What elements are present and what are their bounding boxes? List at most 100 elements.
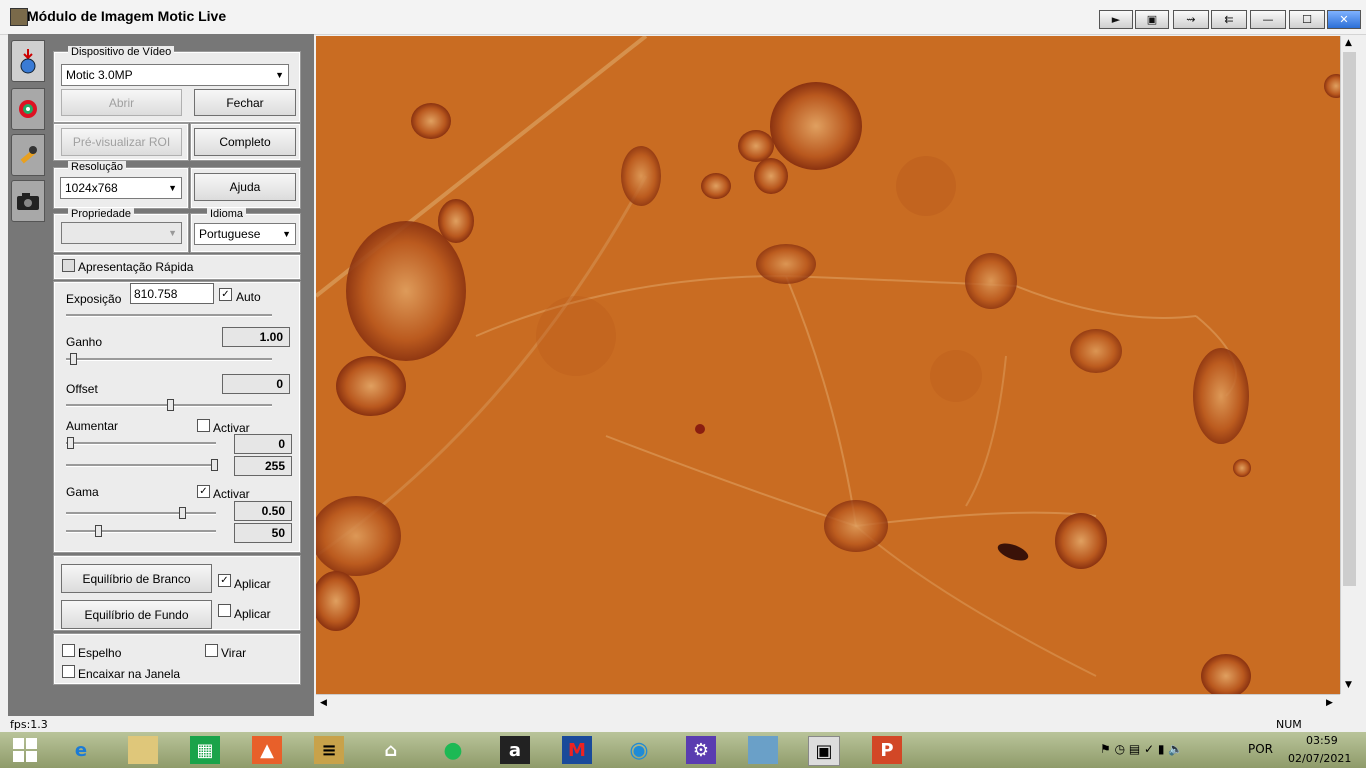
store-icon[interactable]: ▦	[190, 736, 220, 764]
enhance-high-slider[interactable]	[66, 464, 216, 467]
play-icon: ►	[1111, 13, 1121, 26]
edge-icon[interactable]: ◉	[624, 736, 654, 764]
background-balance-apply-checkbox[interactable]	[218, 604, 231, 617]
spotify-icon[interactable]: ●	[438, 736, 468, 764]
fps-readout: fps:1.3	[10, 718, 48, 731]
enhance-high-value: 255	[234, 456, 292, 476]
amazon-icon[interactable]: a	[500, 736, 530, 764]
tab-color[interactable]	[11, 88, 45, 130]
file-explorer-icon[interactable]	[128, 736, 158, 764]
start-button[interactable]	[10, 736, 40, 764]
motic-icon[interactable]: M	[562, 736, 592, 764]
chevron-down-icon: ▼	[275, 70, 284, 80]
collapse-button[interactable]: ⇇	[1211, 10, 1247, 29]
gamma-slider-2[interactable]	[66, 530, 216, 533]
horizontal-scrollbar[interactable]: ◀ ▶	[316, 694, 1340, 713]
enhance-high-thumb[interactable]	[211, 459, 218, 471]
tab-capture-settings[interactable]	[11, 40, 45, 82]
white-balance-apply-checkbox[interactable]: ✓	[218, 574, 231, 587]
mirror-label: Espelho	[78, 646, 122, 660]
close-icon: ✕	[1339, 13, 1349, 26]
offset-label: Offset	[66, 382, 98, 396]
chevron-down-icon: ▼	[282, 229, 291, 239]
auto-exposure-label: Auto	[236, 290, 261, 304]
tab-snapshot[interactable]	[11, 180, 45, 222]
property-select[interactable]: ▼	[61, 222, 182, 244]
gamma-slider-1-thumb[interactable]	[179, 507, 186, 519]
scroll-left-icon[interactable]: ◀	[320, 698, 327, 708]
windows-icon	[13, 738, 37, 762]
minimize-button[interactable]: —	[1250, 10, 1286, 29]
video-device-select[interactable]: Motic 3.0MP ▼	[61, 64, 289, 86]
fast-preview-checkbox[interactable]	[62, 259, 75, 272]
language-value: Portuguese	[199, 227, 261, 241]
white-balance-button[interactable]: Equilíbrio de Branco	[61, 564, 212, 593]
tab-tools[interactable]	[11, 134, 45, 176]
scroll-right-icon[interactable]: ▶	[1326, 698, 1333, 708]
help-button[interactable]: Ajuda	[194, 173, 296, 201]
resolution-value: 1024x768	[65, 181, 118, 195]
chevron-down-icon: ▼	[168, 228, 177, 238]
offset-value: 0	[222, 374, 290, 394]
wave-button[interactable]: ⇝	[1173, 10, 1209, 29]
gamma-slider-1[interactable]	[66, 512, 216, 515]
powerpoint-icon[interactable]: P	[872, 736, 902, 764]
background-balance-apply-label: Aplicar	[234, 607, 271, 621]
exposure-label: Exposição	[66, 292, 122, 306]
full-button[interactable]: Completo	[194, 128, 296, 156]
ie-icon[interactable]: e	[66, 736, 96, 764]
settings-icon[interactable]: ⚙	[686, 736, 716, 764]
fast-preview-label: Apresentação Rápida	[78, 260, 194, 274]
color-wheel-icon	[19, 100, 37, 118]
fit-window-checkbox[interactable]	[62, 665, 75, 678]
gain-slider-thumb[interactable]	[70, 353, 77, 365]
vertical-scroll-thumb[interactable]	[1343, 52, 1356, 586]
maximize-icon: ☐	[1302, 13, 1312, 26]
capture-button[interactable]: ▣	[1135, 10, 1169, 29]
exposure-slider[interactable]	[66, 314, 272, 317]
open-button[interactable]: Abrir	[61, 89, 182, 116]
microscope-image	[316, 36, 1340, 694]
enhance-activate-label: Activar	[213, 421, 250, 435]
maximize-button[interactable]: ☐	[1289, 10, 1325, 29]
arrows-left-icon: ⇇	[1224, 13, 1234, 26]
motic-live-taskbar-icon[interactable]: ▣	[808, 736, 840, 766]
clock-date[interactable]: 02/07/2021	[1288, 752, 1351, 765]
wave-icon: ⇝	[1186, 13, 1196, 26]
clock-time[interactable]: 03:59	[1306, 734, 1338, 747]
language-indicator[interactable]: POR	[1248, 742, 1273, 756]
gamma-slider-2-thumb[interactable]	[95, 525, 102, 537]
mirror-checkbox[interactable]	[62, 644, 75, 657]
scroll-up-icon[interactable]: ▲	[1345, 38, 1352, 48]
gamma-activate-checkbox[interactable]: ✓	[197, 485, 210, 498]
camera-icon	[17, 193, 39, 210]
tray-icons[interactable]: ⚑ ◷ ▤ ✓ ▮ 🔈	[1100, 742, 1183, 756]
notes-icon[interactable]: ≡	[314, 736, 344, 764]
scroll-down-icon[interactable]: ▼	[1345, 680, 1352, 690]
fit-window-label: Encaixar na Janela	[78, 667, 181, 681]
flip-checkbox[interactable]	[205, 644, 218, 657]
photos-icon[interactable]: ▲	[252, 736, 282, 764]
gallery-icon[interactable]	[748, 736, 778, 764]
image-viewer[interactable]	[316, 36, 1340, 694]
gain-slider[interactable]	[66, 358, 272, 361]
auto-exposure-checkbox[interactable]: ✓	[219, 288, 232, 301]
language-select[interactable]: Portuguese ▼	[194, 223, 296, 245]
enhance-low-thumb[interactable]	[67, 437, 74, 449]
background-balance-button[interactable]: Equilíbrio de Fundo	[61, 600, 212, 629]
video-device-label: Dispositivo de Vídeo	[68, 46, 175, 58]
enhance-low-slider[interactable]	[66, 442, 216, 445]
close-device-button[interactable]: Fechar	[194, 89, 296, 116]
gamma-label: Gama	[66, 485, 99, 499]
preview-roi-button[interactable]: Pré-visualizar ROI	[61, 128, 182, 156]
play-button[interactable]: ►	[1099, 10, 1133, 29]
vertical-scrollbar[interactable]: ▲ ▼	[1340, 36, 1359, 694]
exposure-input[interactable]: 810.758	[130, 283, 214, 304]
gamma-activate-label: Activar	[213, 487, 250, 501]
close-window-button[interactable]: ✕	[1327, 10, 1361, 29]
home-icon[interactable]: ⌂	[376, 736, 406, 764]
property-label: Propriedade	[68, 208, 134, 220]
offset-slider-thumb[interactable]	[167, 399, 174, 411]
enhance-activate-checkbox[interactable]	[197, 419, 210, 432]
resolution-select[interactable]: 1024x768 ▼	[60, 177, 182, 199]
